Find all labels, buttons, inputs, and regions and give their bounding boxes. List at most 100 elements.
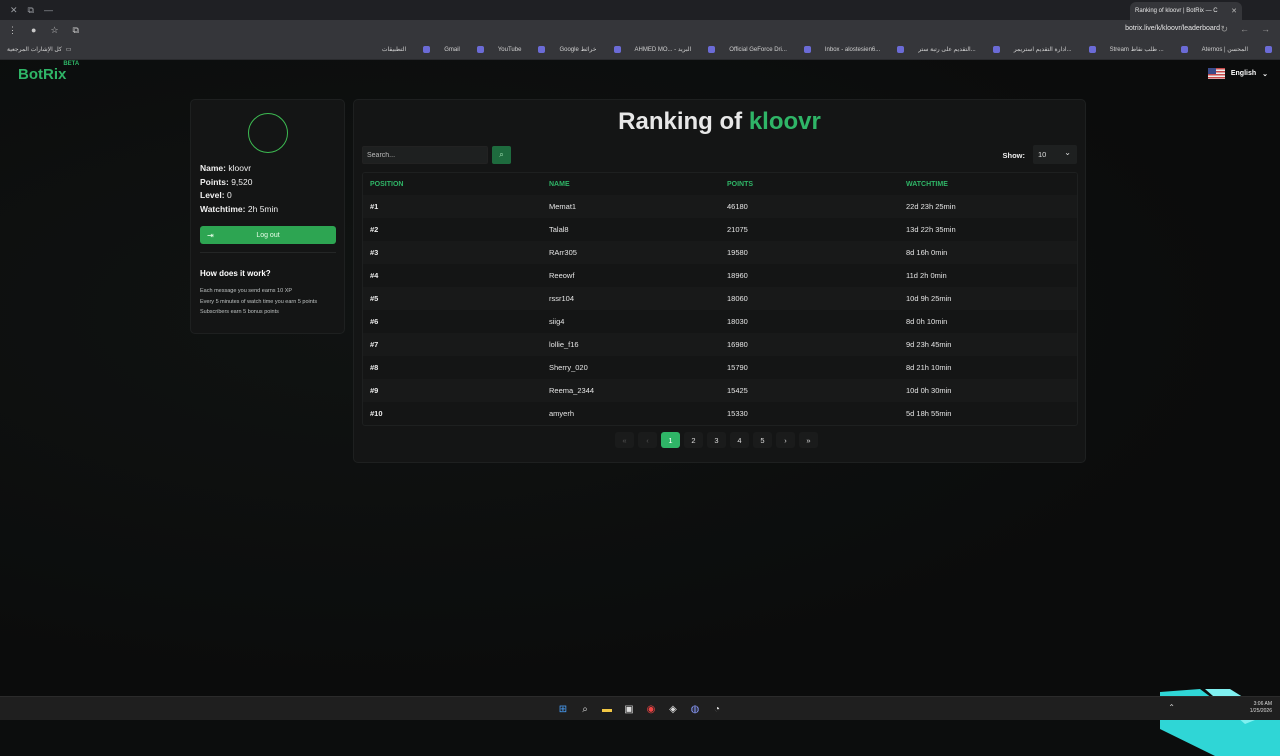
column-header[interactable]: POSITION	[363, 181, 542, 188]
page-5-button[interactable]: 5	[753, 432, 772, 448]
back-icon[interactable]: ←	[1240, 24, 1249, 35]
page-size-select[interactable]: 10 ⌄	[1033, 145, 1077, 164]
bookmark-favicon-icon	[1180, 46, 1188, 53]
search-button[interactable]: ⌕	[492, 146, 511, 164]
bookmark-item[interactable]: Google خرائط	[559, 46, 596, 53]
points-cell: 46180	[727, 202, 748, 211]
first-page-icon[interactable]: «	[615, 432, 634, 448]
table-row: #6 siig4 18030 8d 0h 10min	[363, 310, 1077, 333]
bookmark-favicon-icon	[1265, 46, 1272, 53]
watchtime-cell: 9d 23h 45min	[906, 340, 952, 349]
rank-cell: #6	[370, 317, 379, 326]
name-cell: rssr104	[549, 294, 575, 303]
chevron-down-icon: ⌄	[1064, 148, 1071, 157]
language-label: English	[1230, 70, 1257, 77]
share-icon[interactable]: ⧉	[73, 25, 79, 36]
page-2-button[interactable]: 2	[684, 432, 703, 448]
watchtime-cell: 8d 16h 0min	[906, 248, 948, 257]
bookmark-star-icon[interactable]: ☆	[50, 25, 58, 36]
profile-name: Name: kloovr	[200, 163, 252, 173]
botrix-logo[interactable]: BotRixBETA	[18, 61, 82, 83]
all-bookmarks[interactable]: كل الإشارات المرجعية ▭	[7, 46, 71, 53]
search-input[interactable]	[362, 146, 488, 164]
chrome-icon[interactable]: ◉	[644, 702, 658, 716]
bookmark-item[interactable]: Aternos | المحسن	[1202, 46, 1248, 53]
bookmark-item[interactable]: Inbox - alostesien6...	[825, 47, 880, 53]
url-field[interactable]: botrix.live/k/kloovr/leaderboard	[1125, 25, 1220, 32]
bookmark-item[interactable]: AHMED MO... - البريد	[635, 46, 692, 53]
bookmark-item[interactable]: Gmail	[444, 47, 460, 53]
watchtime-cell: 5d 18h 55min	[906, 409, 952, 418]
browser-tab[interactable]: Ranking of kloovr | BotRix — C ✕	[1130, 2, 1242, 20]
minimize-window-icon[interactable]: —	[44, 5, 53, 15]
clock-app-icon[interactable]: ◔	[710, 702, 724, 716]
title-prefix: Ranking of	[618, 108, 743, 135]
watchtime-cell: 10d 9h 25min	[906, 294, 952, 303]
bookmark-favicon-icon	[476, 46, 484, 53]
bookmarks-bar: كل الإشارات المرجعية ▭ التطبيقات Gmail You…	[0, 40, 1280, 60]
bookmark-item[interactable]: Stream طلب نقاط ...	[1110, 46, 1164, 53]
system-clock[interactable]: 3:06 AM 1/25/2026	[1250, 701, 1272, 715]
logout-label: Log out	[256, 231, 280, 239]
column-header[interactable]: WATCHTIME	[899, 181, 1077, 188]
search-icon: ⌕	[499, 150, 504, 159]
watchtime-cell: 10d 0h 30min	[906, 386, 952, 395]
prev-page-icon[interactable]: ‹	[638, 432, 657, 448]
bookmark-favicon-icon	[992, 46, 1000, 53]
browser-titlebar: ✕ ⧉ — Ranking of kloovr | BotRix — C ✕	[0, 0, 1280, 20]
windows-taskbar: ⊞ ⌕ ▬ ▣ ◉ ◈ ◍ ◔ ⌃ 3:06 AM 1/25/2026	[0, 696, 1280, 720]
table-row: #5 rssr104 18060 10d 9h 25min	[363, 287, 1077, 310]
name-cell: RArr305	[549, 248, 577, 257]
close-window-icon[interactable]: ✕	[10, 5, 18, 16]
rank-cell: #10	[370, 409, 383, 418]
rank-cell: #8	[370, 363, 379, 372]
page-4-button[interactable]: 4	[730, 432, 749, 448]
last-page-icon[interactable]: »	[799, 432, 818, 448]
name-cell: Talal8	[549, 225, 569, 234]
tray-chevron-icon[interactable]: ⌃	[1168, 703, 1175, 712]
points-cell: 21075	[727, 225, 748, 234]
logout-button[interactable]: ⇥ Log out	[200, 226, 336, 244]
us-flag-icon	[1207, 68, 1225, 79]
bookmark-item[interactable]: YouTube	[498, 47, 522, 53]
page-size-value: 10	[1038, 150, 1047, 159]
table-row: #4 Reeowf 18960 11d 2h 0min	[363, 264, 1077, 287]
file-explorer-icon[interactable]: ▬	[600, 702, 614, 716]
page-1-button[interactable]: 1	[661, 432, 680, 448]
page-title: Ranking of kloovr	[354, 108, 1085, 136]
bookmark-favicon-icon	[897, 46, 905, 53]
discord-icon[interactable]: ◍	[688, 702, 702, 716]
bookmark-item[interactable]: التقديم على رتبة ستر...	[918, 46, 975, 53]
steam-icon[interactable]: ◈	[666, 702, 680, 716]
profile-icon[interactable]: ●	[31, 25, 36, 35]
bookmark-item[interactable]: ادارة التقديم استريمر...	[1014, 46, 1072, 53]
menu-icon[interactable]: ⋮	[8, 25, 17, 36]
page-3-button[interactable]: 3	[707, 432, 726, 448]
avatar	[248, 113, 288, 153]
profile-points: Points: 9,520	[200, 176, 253, 187]
profile-watchtime: Watchtime: 2h 5min	[200, 203, 279, 214]
forward-icon[interactable]: →	[1261, 24, 1270, 35]
leaderboard-table: POSITION NAME POINTS WATCHTIME #1 Memat1 46180…	[362, 172, 1078, 426]
show-label: Show:	[1002, 151, 1026, 160]
points-cell: 15790	[727, 363, 748, 372]
column-header[interactable]: NAME	[542, 181, 720, 188]
address-bar: ⋮ ● ☆ ⧉ botrix.live/k/kloovr/leaderboard…	[0, 20, 1280, 40]
bookmark-item[interactable]: التطبيقات	[382, 46, 406, 53]
search-icon[interactable]: ⌕	[578, 702, 592, 716]
close-tab-icon[interactable]: ✕	[1231, 7, 1237, 15]
how-it-works-list: Each message you send earns 10 XP Every …	[200, 286, 317, 318]
restore-window-icon[interactable]: ⧉	[28, 5, 34, 16]
bookmark-favicon-icon	[1088, 46, 1096, 53]
reload-icon[interactable]: ↻	[1220, 24, 1228, 35]
watchtime-cell: 8d 21h 10min	[906, 363, 952, 372]
windows-start-icon[interactable]: ⊞	[556, 702, 570, 716]
xbox-icon[interactable]: ▣	[622, 702, 636, 716]
language-selector[interactable]: English ⌄	[1207, 68, 1268, 79]
name-cell: siig4	[549, 317, 565, 326]
column-header[interactable]: POINTS	[720, 181, 899, 188]
profile-card: Name: kloovr Points: 9,520 Level: 0 Watc…	[190, 99, 345, 334]
bookmark-item[interactable]: Official GeForce Dri...	[729, 47, 787, 53]
next-page-icon[interactable]: ›	[776, 432, 795, 448]
how-line: Subscribers earn 5 bonus points	[200, 309, 279, 315]
